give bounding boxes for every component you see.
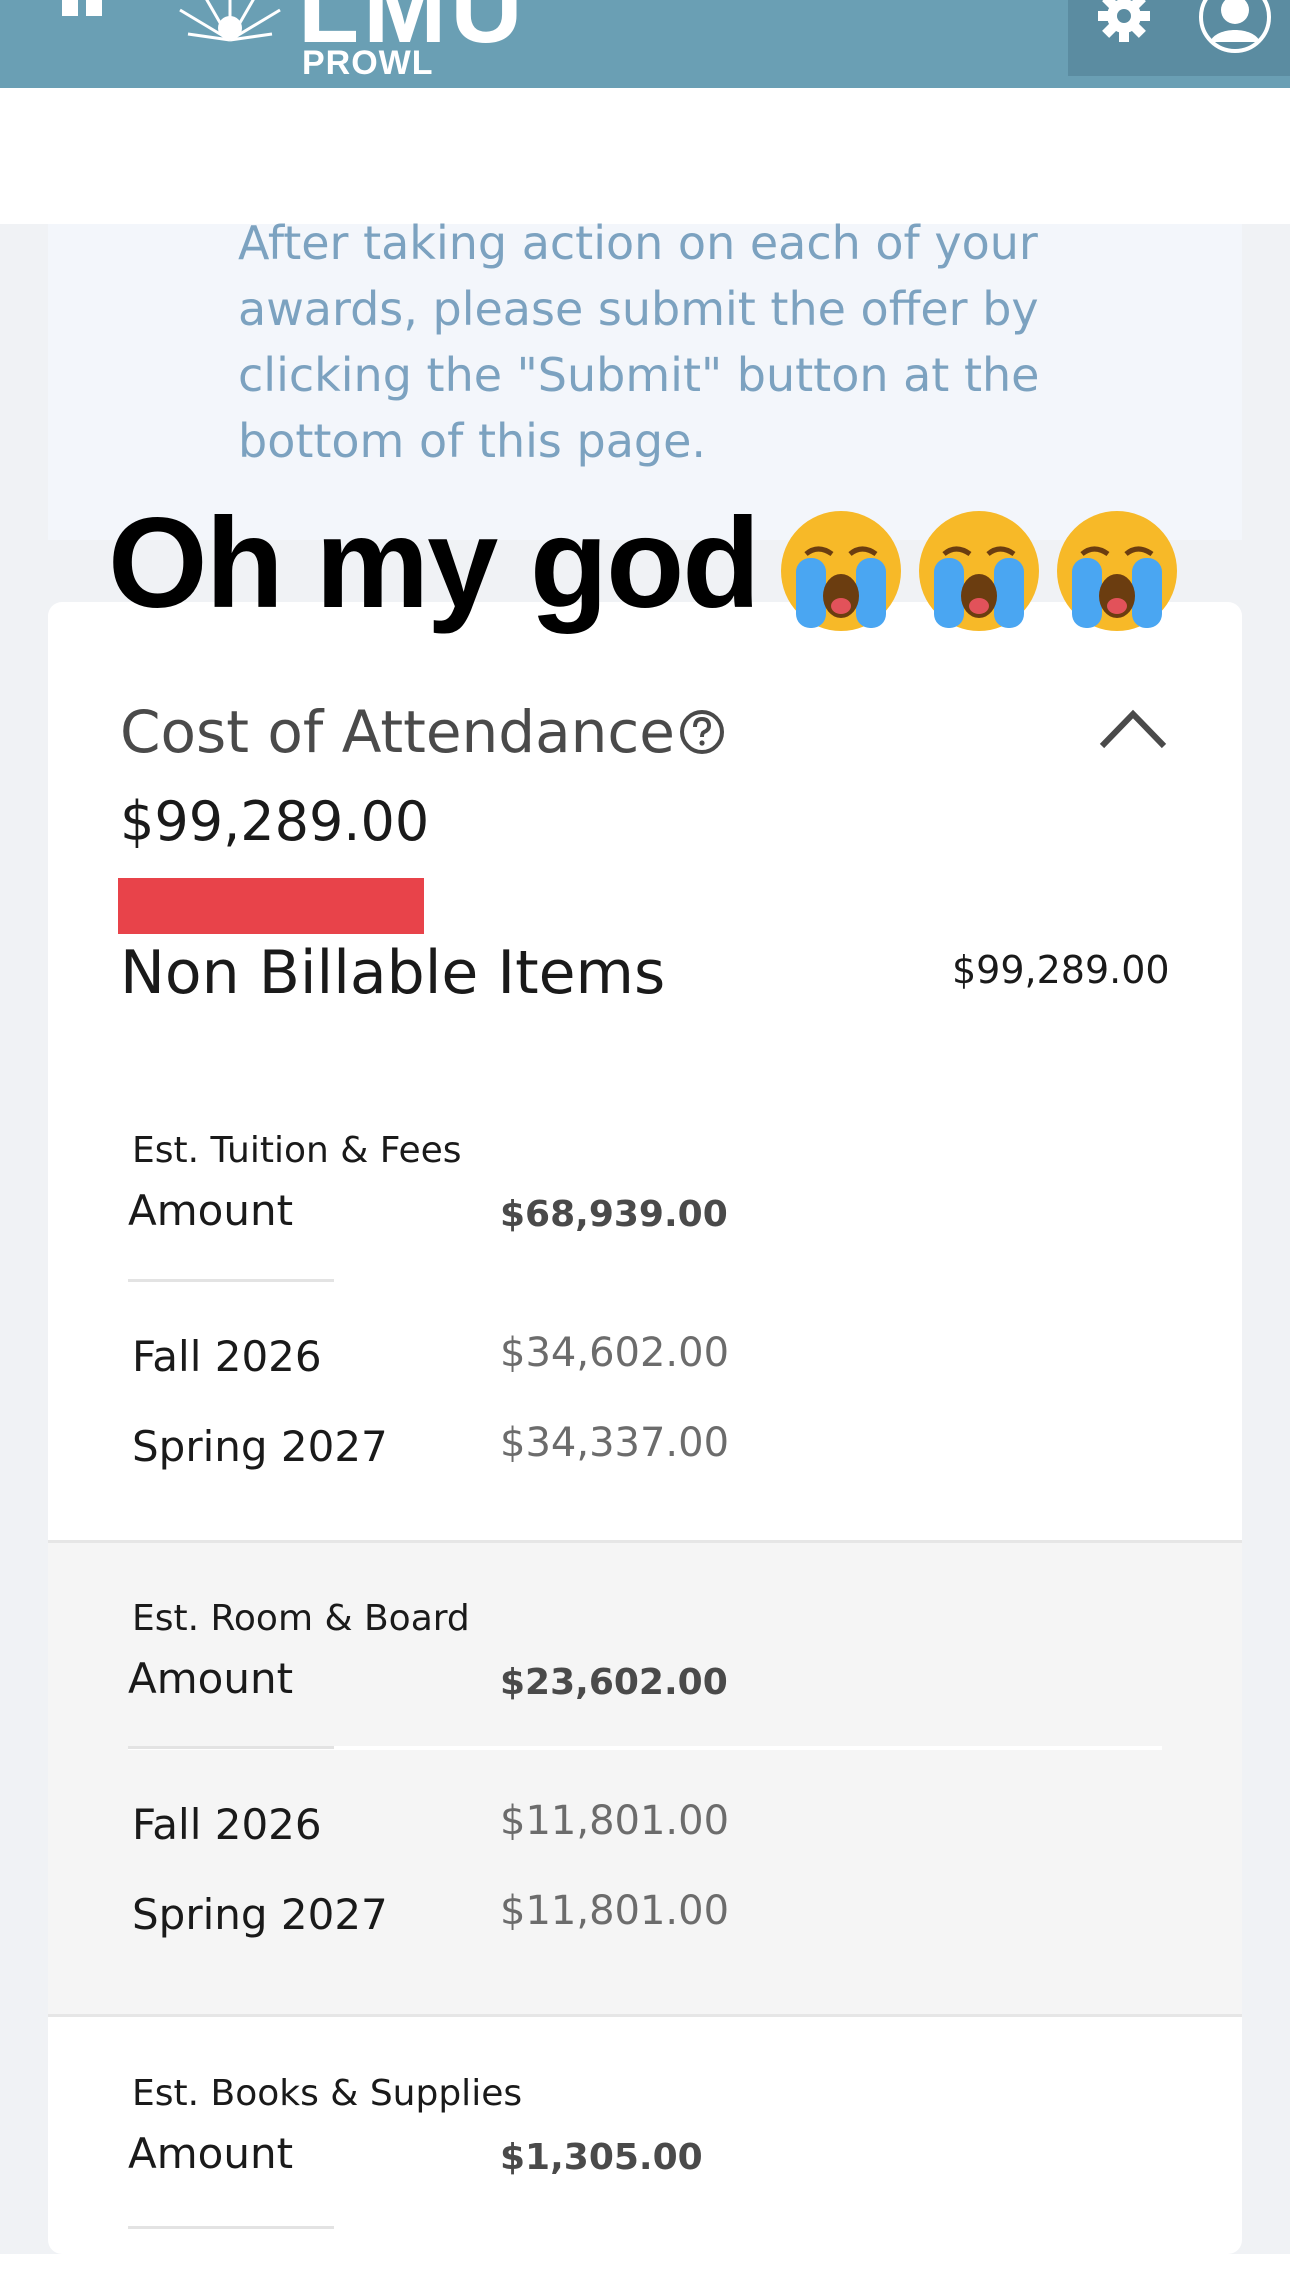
grid-menu-icon[interactable] bbox=[62, 0, 106, 22]
redaction-bar bbox=[118, 878, 424, 934]
room-board-section: Est. Room & Board Amount $23,602.00 Fall… bbox=[48, 1543, 1242, 2017]
help-icon[interactable] bbox=[678, 708, 726, 756]
amount-label: Amount bbox=[128, 1654, 294, 1703]
term-label: Fall 2026 bbox=[132, 1332, 322, 1381]
tuition-fees-section: Est. Tuition & Fees Amount $68,939.00 Fa… bbox=[48, 1122, 1242, 1572]
underline bbox=[128, 1279, 334, 1282]
submit-instructions-text: After taking action on each of your awar… bbox=[238, 216, 1040, 468]
logo-star-icon bbox=[179, 0, 281, 42]
term-label: Fall 2026 bbox=[132, 1800, 322, 1849]
amount-label: Amount bbox=[128, 1186, 294, 1235]
non-billable-total: $99,289.00 bbox=[952, 948, 1170, 992]
header-actions bbox=[1068, 0, 1290, 76]
coa-title: Cost of Attendance bbox=[120, 698, 675, 766]
term-amount: $11,801.00 bbox=[500, 1798, 730, 1844]
term-label: Spring 2027 bbox=[132, 1422, 388, 1471]
coa-total-amount: $99,289.00 bbox=[120, 790, 430, 853]
top-nav-bar: LMU PROWL bbox=[0, 0, 1290, 88]
cost-of-attendance-card: Cost of Attendance $99,289.00 Non Billab… bbox=[48, 602, 1242, 2254]
overlay-caption: Oh my god bbox=[108, 492, 760, 635]
item-label: Est. Tuition & Fees bbox=[132, 1130, 462, 1171]
term-amount: $34,337.00 bbox=[500, 1420, 730, 1466]
item-label: Est. Room & Board bbox=[132, 1598, 470, 1639]
item-amount: $23,602.00 bbox=[500, 1662, 728, 1703]
item-amount: $1,305.00 bbox=[500, 2137, 703, 2178]
bottom-strip bbox=[0, 2254, 1290, 2294]
amount-label: Amount bbox=[128, 2129, 294, 2178]
term-label: Spring 2027 bbox=[132, 1890, 388, 1939]
user-icon[interactable] bbox=[1198, 0, 1272, 54]
sub-header-spacer bbox=[0, 88, 1290, 224]
logo-subtext: PROWL bbox=[302, 44, 434, 82]
chevron-up-icon[interactable] bbox=[1098, 706, 1168, 750]
non-billable-title: Non Billable Items bbox=[120, 938, 666, 1008]
crying-face-icon bbox=[919, 511, 1039, 631]
gear-icon[interactable] bbox=[1096, 0, 1152, 44]
books-supplies-section: Est. Books & Supplies Amount $1,305.00 bbox=[48, 2017, 1242, 2254]
crying-face-icon bbox=[781, 511, 901, 631]
term-amount: $11,801.00 bbox=[500, 1888, 730, 1934]
underline-accent bbox=[128, 1746, 334, 1749]
term-amount: $34,602.00 bbox=[500, 1330, 730, 1376]
underline bbox=[128, 2226, 334, 2229]
item-label: Est. Books & Supplies bbox=[132, 2073, 523, 2114]
item-amount: $68,939.00 bbox=[500, 1194, 728, 1235]
crying-face-icon bbox=[1057, 511, 1177, 631]
